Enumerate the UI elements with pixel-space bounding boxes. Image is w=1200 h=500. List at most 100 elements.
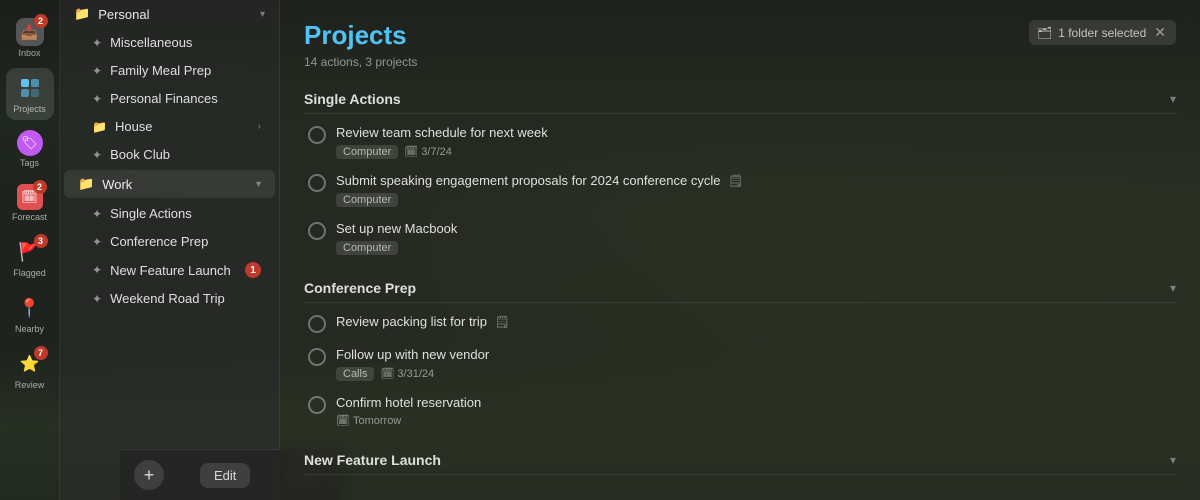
personal-group-header[interactable]: 📁 Personal ▾ [60,0,279,28]
main-content: Projects 🗂 1 folder selected ✕ 14 action… [280,0,1200,500]
conference-prep-section: Conference Prep ▾ Review packing list fo… [304,274,1176,435]
list-item[interactable]: ✦ New Feature Launch 1 [64,256,275,284]
task-name: Review team schedule for next week [336,125,1172,142]
personal-group-header-left: 📁 Personal [74,6,150,22]
work-group-header[interactable]: 📁 Work ▾ [64,170,275,198]
item-dot-icon: ✦ [92,207,102,221]
work-folder-icon: 📁 [78,176,94,192]
tags-icon: 🏷 [17,130,43,156]
forecast-badge: 2 [33,180,47,194]
project-name: Conference Prep [110,234,261,249]
single-actions-section: Single Actions ▾ Review team schedule fo… [304,85,1176,262]
list-item[interactable]: ✦ Weekend Road Trip [64,285,275,312]
sidebar-item-flagged[interactable]: 🚩 3 Flagged [6,232,54,284]
folder-icon-small: 🗂 [1037,26,1052,40]
task-tags: Calls 🗓 3/31/24 [336,367,1172,381]
icon-sidebar: 📥 2 Inbox Projects 🏷 Tags [0,0,60,500]
inbox-label: Inbox [18,48,40,58]
task-name: Submit speaking engagement proposals for… [336,173,1172,190]
task-item[interactable]: Confirm hotel reservation 🗓 Tomorrow [304,388,1176,435]
list-item[interactable]: ✦ Miscellaneous [64,29,275,56]
task-tags: Computer [336,241,1172,255]
new-feature-launch-title: New Feature Launch [304,452,441,468]
page-title: Projects [304,20,407,51]
folder-selected-badge: 🗂 1 folder selected ✕ [1029,20,1176,45]
task-content: Confirm hotel reservation 🗓 Tomorrow [336,395,1172,428]
sidebar-item-nearby[interactable]: 📍 Nearby [6,288,54,340]
app-container: 📥 2 Inbox Projects 🏷 Tags [0,0,1200,500]
list-item[interactable]: ✦ Conference Prep [64,228,275,255]
list-item[interactable]: ✦ Family Meal Prep [64,57,275,84]
tag-pill: Computer [336,241,398,255]
single-actions-header[interactable]: Single Actions ▾ [304,85,1176,114]
conference-prep-title: Conference Prep [304,280,416,296]
house-chevron-icon: › [258,121,261,132]
projects-list: 📁 Personal ▾ ✦ Miscellaneous ✦ Family Me… [60,0,279,500]
task-date: 🗓 Tomorrow [336,414,401,427]
single-actions-chevron-icon: ▾ [1170,92,1176,106]
tags-label: Tags [20,158,39,168]
task-checkbox[interactable] [308,174,326,192]
work-group: 📁 Work ▾ ✦ Single Actions ✦ Conference P… [60,170,279,312]
new-feature-launch-header[interactable]: New Feature Launch ▾ [304,446,1176,475]
sidebar-item-forecast[interactable]: 🗓 2 Forecast [6,178,54,228]
forecast-icon: 🗓 2 [17,184,43,210]
personal-chevron-icon: ▾ [260,9,265,20]
flagged-badge: 3 [34,234,48,248]
project-name: Single Actions [110,206,261,221]
item-dot-icon: ✦ [92,148,102,162]
list-item[interactable]: ✦ Book Club [64,141,275,168]
list-item[interactable]: 📁 House › [64,113,275,140]
task-checkbox[interactable] [308,222,326,240]
nearby-label: Nearby [15,324,44,334]
conference-prep-header[interactable]: Conference Prep ▾ [304,274,1176,303]
task-item[interactable]: Follow up with new vendor Calls 🗓 3/31/2… [304,340,1176,388]
review-badge: 7 [34,346,48,360]
close-folder-filter-button[interactable]: ✕ [1152,24,1168,41]
sidebar-item-inbox[interactable]: 📥 2 Inbox [6,12,54,64]
inbox-badge: 2 [34,14,48,28]
projects-panel: 📁 Personal ▾ ✦ Miscellaneous ✦ Family Me… [60,0,280,500]
task-date: 🗓 3/7/24 [404,145,452,158]
nearby-icon: 📍 [16,294,44,322]
item-dot-icon: ✦ [92,292,102,306]
tag-pill: Computer [336,193,398,207]
single-actions-title: Single Actions [304,91,401,107]
personal-group-name: Personal [98,7,149,22]
folder-selected-text: 1 folder selected [1058,26,1146,40]
tag-pill: Computer [336,145,398,159]
task-item[interactable]: Set up new Macbook Computer [304,214,1176,262]
task-tags: 🗓 Tomorrow [336,414,1172,427]
project-name: New Feature Launch [110,263,237,278]
task-content: Set up new Macbook Computer [336,221,1172,255]
item-dot-icon: ✦ [92,92,102,106]
nfl-chevron-icon: ▾ [1170,453,1176,467]
personal-folder-icon: 📁 [74,6,90,22]
task-checkbox[interactable] [308,396,326,414]
task-checkbox[interactable] [308,126,326,144]
work-group-header-left: 📁 Work [78,176,132,192]
task-item[interactable]: Review packing list for trip 🗒 [304,307,1176,340]
sidebar-item-projects[interactable]: Projects [6,68,54,120]
sidebar-item-review[interactable]: ⭐ 7 Review [6,344,54,396]
task-checkbox[interactable] [308,315,326,333]
task-name: Set up new Macbook [336,221,1172,238]
item-dot-icon: ✦ [92,36,102,50]
conference-prep-chevron-icon: ▾ [1170,281,1176,295]
task-date: 🗓 3/31/24 [380,367,434,380]
projects-label: Projects [13,104,46,114]
add-project-button[interactable]: + [134,460,164,490]
projects-icon [16,74,44,102]
project-name: Weekend Road Trip [110,291,261,306]
edit-button[interactable]: Edit [200,463,250,488]
task-checkbox[interactable] [308,348,326,366]
work-chevron-icon: ▾ [256,179,261,190]
project-name: Miscellaneous [110,35,261,50]
sidebar-item-tags[interactable]: 🏷 Tags [6,124,54,174]
task-item[interactable]: Review team schedule for next week Compu… [304,118,1176,166]
work-group-name: Work [102,177,132,192]
task-tags: Computer [336,193,1172,207]
list-item[interactable]: ✦ Personal Finances [64,85,275,112]
list-item[interactable]: ✦ Single Actions [64,200,275,227]
task-item[interactable]: Submit speaking engagement proposals for… [304,166,1176,214]
